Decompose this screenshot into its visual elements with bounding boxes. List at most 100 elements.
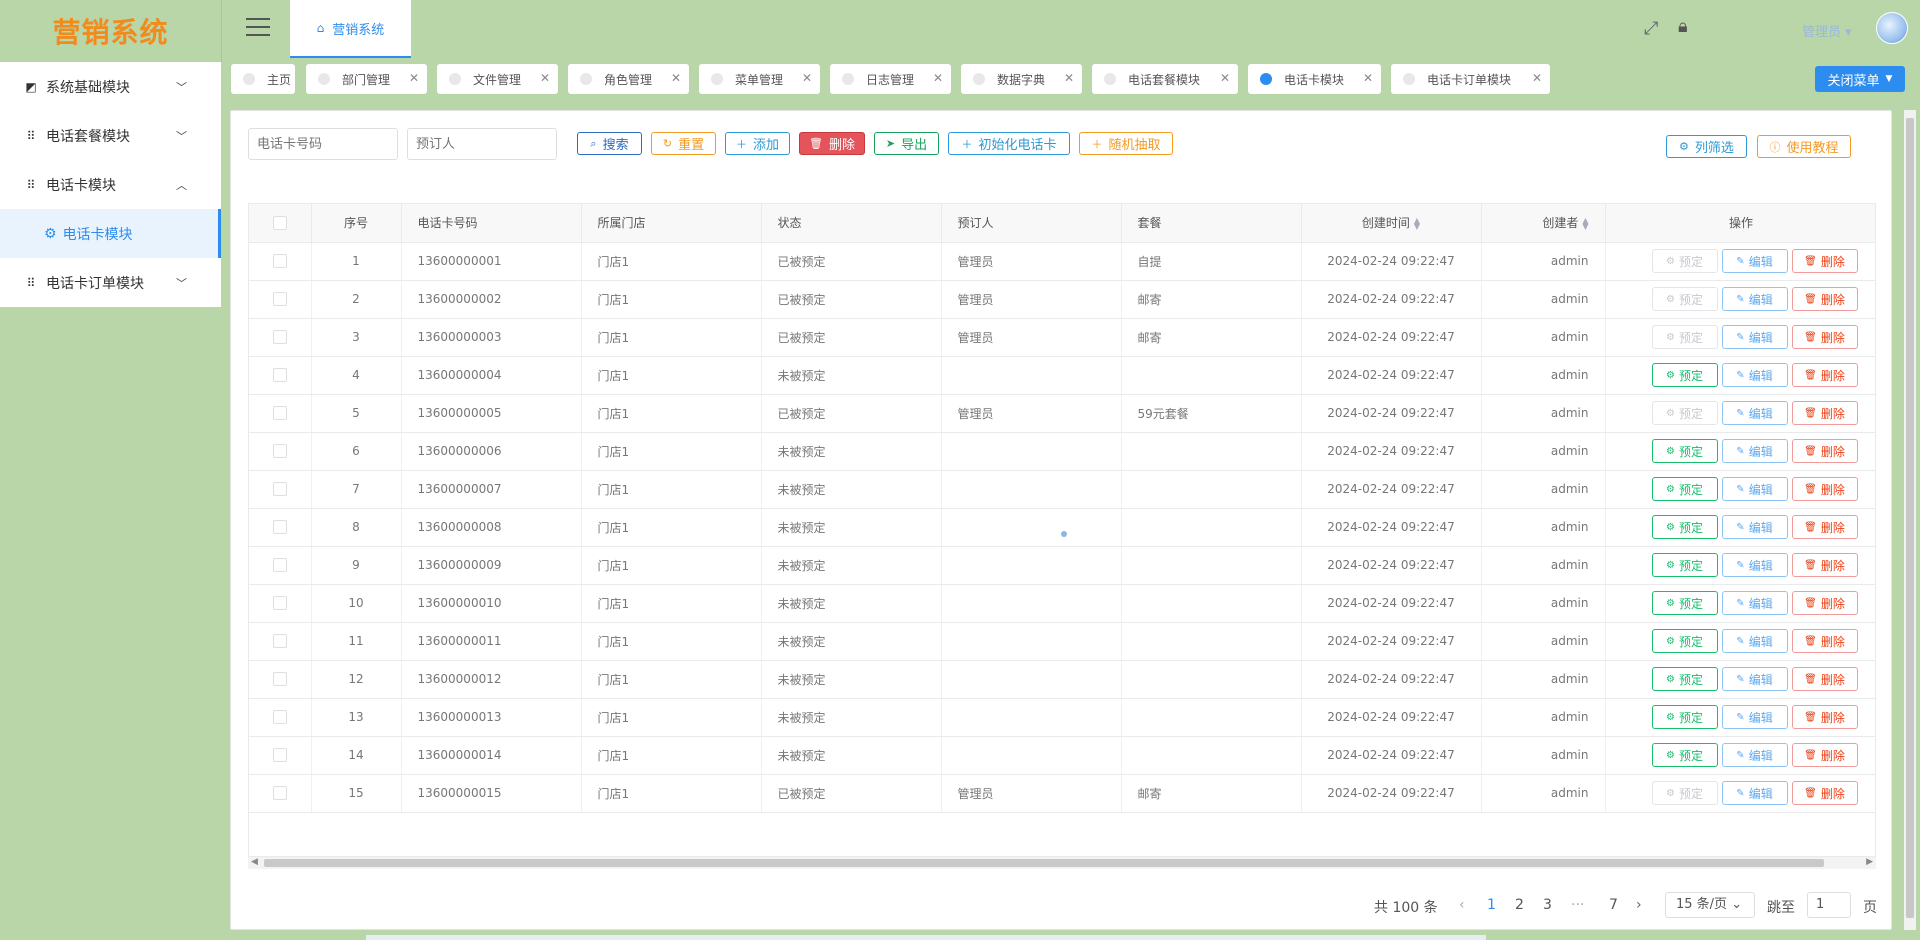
close-icon[interactable]: ✕ bbox=[409, 71, 419, 85]
reserve-button[interactable]: ⚙ 预定 bbox=[1651, 553, 1718, 577]
fullscreen-icon[interactable]: ⤢ bbox=[1644, 18, 1658, 39]
reset-button[interactable]: ↻ 重置 bbox=[651, 132, 716, 155]
table-row[interactable]: 12 13600000012 门店1 未被预定 2024-02-24 09:22:47 a… bbox=[249, 660, 1875, 699]
phone-number-input[interactable] bbox=[248, 128, 398, 160]
reserver-input[interactable] bbox=[407, 128, 557, 160]
table-row[interactable]: 10 13600000010 门店1 未被预定 2024-02-24 09:22:47 a… bbox=[249, 584, 1875, 623]
sort-icon[interactable]: ▲ ▼ bbox=[1582, 216, 1588, 230]
edit-button[interactable]: ✎ 编辑 bbox=[1721, 249, 1788, 273]
tab-log[interactable]: 日志管理 ✕ bbox=[830, 64, 951, 94]
tab-role[interactable]: 角色管理 ✕ bbox=[568, 64, 689, 94]
page-2[interactable]: 2 bbox=[1515, 897, 1524, 913]
edit-button[interactable]: ✎ 编辑 bbox=[1721, 401, 1788, 425]
jump-page-input[interactable]: 1 bbox=[1807, 892, 1851, 918]
table-row[interactable]: 11 13600000011 门店1 未被预定 2024-02-24 09:22:47 a… bbox=[249, 622, 1875, 661]
reserve-button[interactable]: ⚙ 预定 bbox=[1651, 667, 1718, 691]
page-size-select[interactable]: 15 条/页 ⌄ bbox=[1665, 892, 1755, 918]
row-checkbox[interactable] bbox=[272, 330, 287, 345]
row-checkbox[interactable] bbox=[272, 292, 287, 307]
close-icon[interactable]: ✕ bbox=[1363, 71, 1373, 85]
edit-button[interactable]: ✎ 编辑 bbox=[1721, 743, 1788, 767]
delete-row-button[interactable]: 🗑︎ 删除 bbox=[1791, 401, 1858, 425]
delete-row-button[interactable]: 🗑︎ 删除 bbox=[1791, 477, 1858, 501]
row-checkbox[interactable] bbox=[272, 710, 287, 725]
edit-button[interactable]: ✎ 编辑 bbox=[1721, 477, 1788, 501]
select-all-checkbox[interactable] bbox=[272, 216, 287, 230]
delete-row-button[interactable]: 🗑︎ 删除 bbox=[1791, 591, 1858, 615]
edit-button[interactable]: ✎ 编辑 bbox=[1721, 629, 1788, 653]
col-header-creator[interactable]: 创建者 ▲ ▼ bbox=[1481, 204, 1606, 243]
tab-phone-card[interactable]: 电话卡模块 ✕ bbox=[1248, 64, 1381, 94]
reserve-button[interactable]: ⚙ 预定 bbox=[1651, 477, 1718, 501]
reserve-button[interactable]: ⚙ 预定 bbox=[1651, 515, 1718, 539]
user-menu[interactable]: 管理员 ▾ bbox=[1802, 21, 1852, 40]
delete-row-button[interactable]: 🗑︎ 删除 bbox=[1791, 705, 1858, 729]
row-checkbox[interactable] bbox=[272, 444, 287, 459]
reserve-button[interactable]: ⚙ 预定 bbox=[1651, 591, 1718, 615]
scrollbar-thumb[interactable] bbox=[264, 859, 1824, 867]
tab-home[interactable]: 主页 bbox=[231, 64, 295, 94]
init-card-button[interactable]: ＋ 初始化电话卡 bbox=[948, 132, 1070, 155]
sort-icon[interactable]: ▲ ▼ bbox=[1414, 216, 1420, 230]
reserve-button[interactable]: ⚙ 预定 bbox=[1651, 249, 1718, 273]
edit-button[interactable]: ✎ 编辑 bbox=[1721, 287, 1788, 311]
tutorial-button[interactable]: ⓘ 使用教程 bbox=[1757, 135, 1851, 158]
table-row[interactable]: 1 13600000001 门店1 已被预定 管理员 自提 2024-02-24 09:22… bbox=[249, 242, 1875, 281]
reserve-button[interactable]: ⚙ 预定 bbox=[1651, 439, 1718, 463]
row-checkbox[interactable] bbox=[272, 368, 287, 383]
delete-row-button[interactable]: 🗑︎ 删除 bbox=[1791, 325, 1858, 349]
table-row[interactable]: 9 13600000009 门店1 未被预定 2024-02-24 09:22:47 ad… bbox=[249, 546, 1875, 585]
menu-toggle-icon[interactable] bbox=[246, 18, 270, 38]
row-checkbox[interactable] bbox=[272, 748, 287, 763]
reserve-button[interactable]: ⚙ 预定 bbox=[1651, 401, 1718, 425]
close-icon[interactable]: ✕ bbox=[933, 71, 943, 85]
row-checkbox[interactable] bbox=[272, 482, 287, 497]
row-checkbox[interactable] bbox=[272, 406, 287, 421]
edit-button[interactable]: ✎ 编辑 bbox=[1721, 515, 1788, 539]
prev-page-icon[interactable]: ‹ bbox=[1459, 897, 1465, 913]
tab-dept[interactable]: 部门管理 ✕ bbox=[306, 64, 427, 94]
edit-button[interactable]: ✎ 编辑 bbox=[1721, 325, 1788, 349]
lock-icon[interactable]: 🔒︎ bbox=[1678, 16, 1688, 37]
page-3[interactable]: 3 bbox=[1543, 897, 1552, 913]
reserve-button[interactable]: ⚙ 预定 bbox=[1651, 743, 1718, 767]
delete-row-button[interactable]: 🗑︎ 删除 bbox=[1791, 743, 1858, 767]
sidebar-item-phone-card[interactable]: ⠿ 电话卡模块 ︿ bbox=[0, 160, 221, 209]
horizontal-scrollbar[interactable]: ◀ ▶ bbox=[248, 856, 1876, 869]
col-header-created[interactable]: 创建时间 ▲ ▼ bbox=[1301, 204, 1482, 243]
column-filter-button[interactable]: ⚙ 列筛选 bbox=[1666, 135, 1747, 158]
close-icon[interactable]: ✕ bbox=[1064, 71, 1074, 85]
table-row[interactable]: 2 13600000002 门店1 已被预定 管理员 邮寄 2024-02-24 09:22… bbox=[249, 280, 1875, 319]
avatar[interactable] bbox=[1876, 12, 1908, 44]
row-checkbox[interactable] bbox=[272, 520, 287, 535]
delete-row-button[interactable]: 🗑︎ 删除 bbox=[1791, 249, 1858, 273]
add-button[interactable]: ＋ 添加 bbox=[725, 132, 790, 155]
next-page-icon[interactable]: › bbox=[1636, 897, 1642, 913]
row-checkbox[interactable] bbox=[272, 596, 287, 611]
delete-row-button[interactable]: 🗑︎ 删除 bbox=[1791, 363, 1858, 387]
reserve-button[interactable]: ⚙ 预定 bbox=[1651, 629, 1718, 653]
delete-row-button[interactable]: 🗑︎ 删除 bbox=[1791, 667, 1858, 691]
sidebar-item-phone-plan[interactable]: ⠿ 电话套餐模块 ﹀ bbox=[0, 111, 221, 160]
row-checkbox[interactable] bbox=[272, 254, 287, 269]
sidebar-item-system[interactable]: ◩ 系统基础模块 ﹀ bbox=[0, 62, 221, 111]
export-button[interactable]: ➤ 导出 bbox=[874, 132, 939, 155]
table-row[interactable]: 14 13600000014 门店1 未被预定 2024-02-24 09:22:47 a… bbox=[249, 736, 1875, 775]
edit-button[interactable]: ✎ 编辑 bbox=[1721, 553, 1788, 577]
delete-row-button[interactable]: 🗑︎ 删除 bbox=[1791, 781, 1858, 805]
edit-button[interactable]: ✎ 编辑 bbox=[1721, 363, 1788, 387]
close-menu-button[interactable]: 关闭菜单 ▼ bbox=[1815, 66, 1905, 92]
search-button[interactable]: ⌕ 搜索 bbox=[577, 132, 642, 155]
close-icon[interactable]: ✕ bbox=[802, 71, 812, 85]
delete-row-button[interactable]: 🗑︎ 删除 bbox=[1791, 629, 1858, 653]
random-pick-button[interactable]: ＋ 随机抽取 bbox=[1079, 132, 1173, 155]
table-row[interactable]: 7 13600000007 门店1 未被预定 2024-02-24 09:22:47 ad… bbox=[249, 470, 1875, 509]
close-icon[interactable]: ✕ bbox=[1532, 71, 1542, 85]
table-row[interactable]: 3 13600000003 门店1 已被预定 管理员 邮寄 2024-02-24 09:22… bbox=[249, 318, 1875, 357]
tab-card-order[interactable]: 电话卡订单模块 ✕ bbox=[1391, 64, 1550, 94]
scroll-left-icon[interactable]: ◀ bbox=[251, 857, 258, 867]
tab-menu[interactable]: 菜单管理 ✕ bbox=[699, 64, 820, 94]
reserve-button[interactable]: ⚙ 预定 bbox=[1651, 363, 1718, 387]
table-row[interactable]: 6 13600000006 门店1 未被预定 2024-02-24 09:22:47 ad… bbox=[249, 432, 1875, 471]
table-row[interactable]: 4 13600000004 门店1 未被预定 2024-02-24 09:22:47 ad… bbox=[249, 356, 1875, 395]
